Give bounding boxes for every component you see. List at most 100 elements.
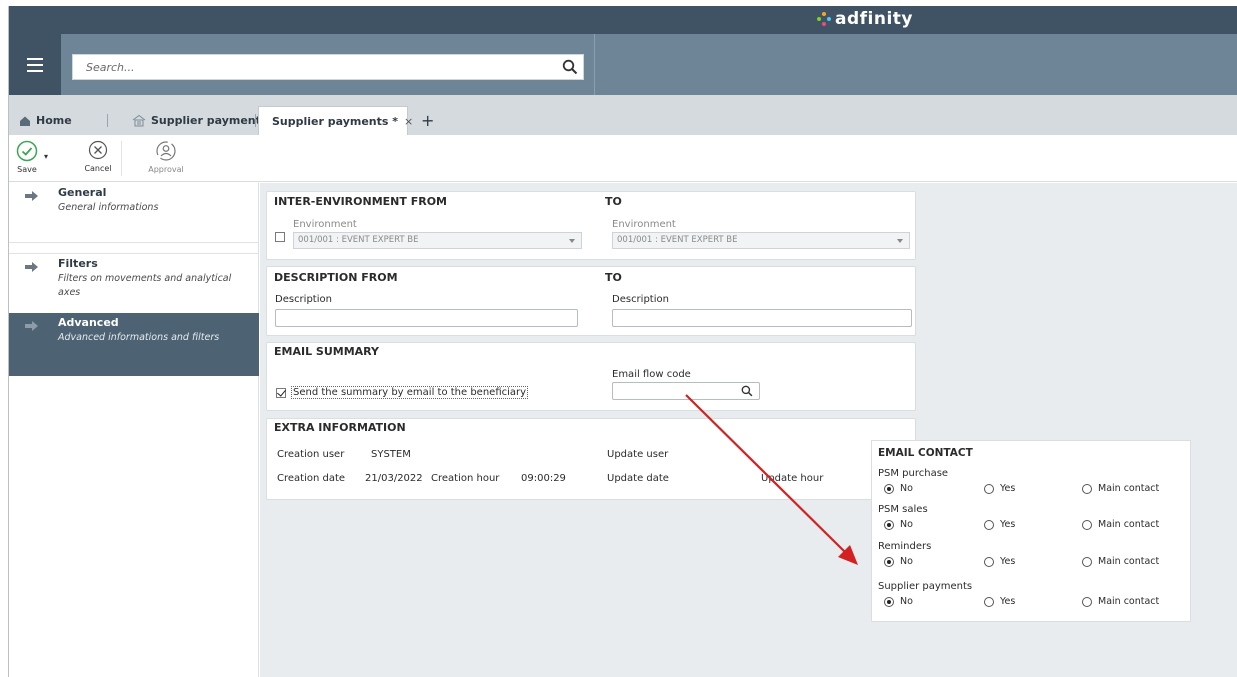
radio-icon	[984, 556, 994, 567]
divider	[594, 34, 595, 95]
sidebar-item-subtitle: General informations	[58, 202, 159, 213]
section-title: TO	[605, 195, 622, 208]
field-label: Environment	[293, 219, 357, 230]
sidebar-item-title: Advanced	[58, 316, 119, 329]
description-from-input[interactable]	[275, 309, 578, 327]
radio-label: No	[900, 519, 913, 530]
tab-supplier-payments-active[interactable]: Supplier payments * ×	[258, 106, 413, 135]
extra-information-card: EXTRA INFORMATION Creation user SYSTEM C…	[266, 418, 916, 500]
radio-label: Yes	[1000, 519, 1016, 530]
field-label: Creation date	[277, 473, 346, 484]
sidebar-item-filters[interactable]: Filters Filters on movements and analyti…	[9, 253, 259, 313]
psm-sales-main-contact-radio[interactable]: Main contact	[1082, 519, 1159, 530]
hamburger-menu-button[interactable]	[9, 34, 61, 95]
sidebar-item-title: General	[58, 186, 107, 199]
tab-label: Home	[36, 114, 72, 127]
psm-sales-no-radio[interactable]: No	[884, 519, 913, 530]
radio-icon	[984, 483, 994, 494]
group-label: PSM purchase	[878, 468, 949, 479]
menu-icon-line	[27, 63, 43, 66]
psm-sales-yes-radio[interactable]: Yes	[984, 519, 1015, 530]
supplier-payments-yes-radio[interactable]: Yes	[984, 596, 1015, 607]
top-bar: adfinity	[9, 6, 1237, 34]
radio-icon	[984, 519, 994, 530]
sidebar-item-general[interactable]: General General informations	[9, 183, 259, 243]
chevron-down-icon	[569, 239, 575, 243]
cancel-label: Cancel	[84, 164, 112, 173]
tab-home[interactable]: Home	[19, 106, 72, 135]
field-label: Description	[612, 294, 669, 305]
environment-from-select[interactable]: 001/001 : EVENT EXPERT BE	[293, 232, 582, 249]
field-label: Update date	[607, 473, 669, 484]
radio-icon	[984, 596, 994, 607]
cancel-button[interactable]: Cancel	[81, 140, 115, 173]
tab-bar: Home Supplier payments × Supplier paymen…	[9, 95, 1237, 135]
section-title: DESCRIPTION FROM	[274, 271, 398, 284]
approval-icon	[156, 141, 176, 161]
search-bar	[9, 34, 1237, 95]
logo-icon	[817, 12, 831, 26]
search-icon[interactable]	[741, 385, 753, 397]
save-dropdown-chevron-icon[interactable]: ▾	[44, 152, 48, 161]
section-title: INTER-ENVIRONMENT FROM	[274, 195, 447, 208]
psm-purchase-yes-radio[interactable]: Yes	[984, 483, 1015, 494]
radio-label: Main contact	[1098, 519, 1160, 530]
radio-label: No	[900, 483, 913, 494]
description-to-input[interactable]	[612, 309, 912, 327]
send-summary-checkbox[interactable]	[276, 388, 286, 398]
menu-icon-line	[27, 69, 43, 72]
select-value: 001/001 : EVENT EXPERT BE	[617, 235, 738, 245]
radio-selected-icon	[884, 483, 894, 494]
tab-label: Supplier payments *	[272, 114, 399, 128]
check-circle-icon	[16, 140, 38, 162]
creation-date-value: 21/03/2022	[365, 473, 423, 484]
psm-purchase-no-radio[interactable]: No	[884, 483, 913, 494]
inter-environment-checkbox[interactable]	[275, 232, 285, 242]
select-value: 001/001 : EVENT EXPERT BE	[298, 235, 419, 245]
sidebar: General General informations Filters Fil…	[9, 183, 259, 677]
email-contact-panel: EMAIL CONTACT PSM purchase No Yes Main c…	[871, 440, 1191, 622]
radio-label: Yes	[1000, 556, 1016, 567]
radio-selected-icon	[884, 596, 894, 607]
field-label: Creation user	[277, 449, 345, 460]
section-title: EMAIL CONTACT	[878, 447, 973, 459]
sidebar-item-advanced[interactable]: Advanced Advanced informations and filte…	[9, 313, 259, 376]
reminders-no-radio[interactable]: No	[884, 556, 913, 567]
creation-user-value: SYSTEM	[371, 449, 411, 460]
save-button[interactable]: Save	[12, 140, 42, 174]
group-label: Supplier payments	[878, 581, 973, 592]
chevron-down-icon	[897, 239, 903, 243]
radio-icon	[1082, 556, 1092, 567]
field-label: Description	[275, 294, 332, 305]
psm-purchase-main-contact-radio[interactable]: Main contact	[1082, 483, 1159, 494]
add-tab-button[interactable]: +	[421, 106, 434, 135]
radio-label: Main contact	[1098, 596, 1160, 607]
send-summary-label[interactable]: Send the summary by email to the benefic…	[291, 386, 529, 399]
environment-to-select[interactable]: 001/001 : EVENT EXPERT BE	[612, 232, 910, 249]
supplier-payments-no-radio[interactable]: No	[884, 596, 913, 607]
group-label: PSM sales	[878, 504, 928, 515]
approval-button[interactable]: Approval	[140, 140, 192, 174]
close-tab-icon[interactable]: ×	[404, 115, 413, 128]
radio-label: No	[900, 596, 913, 607]
divider	[121, 141, 122, 176]
creation-hour-value: 09:00:29	[521, 473, 566, 484]
search-input[interactable]	[73, 55, 553, 79]
reminders-yes-radio[interactable]: Yes	[984, 556, 1015, 567]
inter-environment-card: INTER-ENVIRONMENT FROM TO Environment 00…	[266, 191, 916, 260]
divider	[107, 114, 108, 127]
supplier-payments-main-contact-radio[interactable]: Main contact	[1082, 596, 1159, 607]
toolbar: Save ▾ Cancel Approval	[9, 135, 1237, 182]
search-icon[interactable]	[562, 59, 578, 75]
reminders-main-contact-radio[interactable]: Main contact	[1082, 556, 1159, 567]
sidebar-item-title: Filters	[58, 257, 98, 270]
radio-label: Yes	[1000, 483, 1016, 494]
field-label: Update hour	[761, 473, 824, 484]
tab-label: Supplier payments	[151, 114, 268, 127]
email-flow-code-input[interactable]	[612, 382, 760, 400]
radio-selected-icon	[884, 519, 894, 530]
radio-label: Main contact	[1098, 483, 1160, 494]
menu-icon-line	[27, 57, 43, 60]
radio-label: Yes	[1000, 596, 1016, 607]
save-label: Save	[17, 165, 37, 174]
